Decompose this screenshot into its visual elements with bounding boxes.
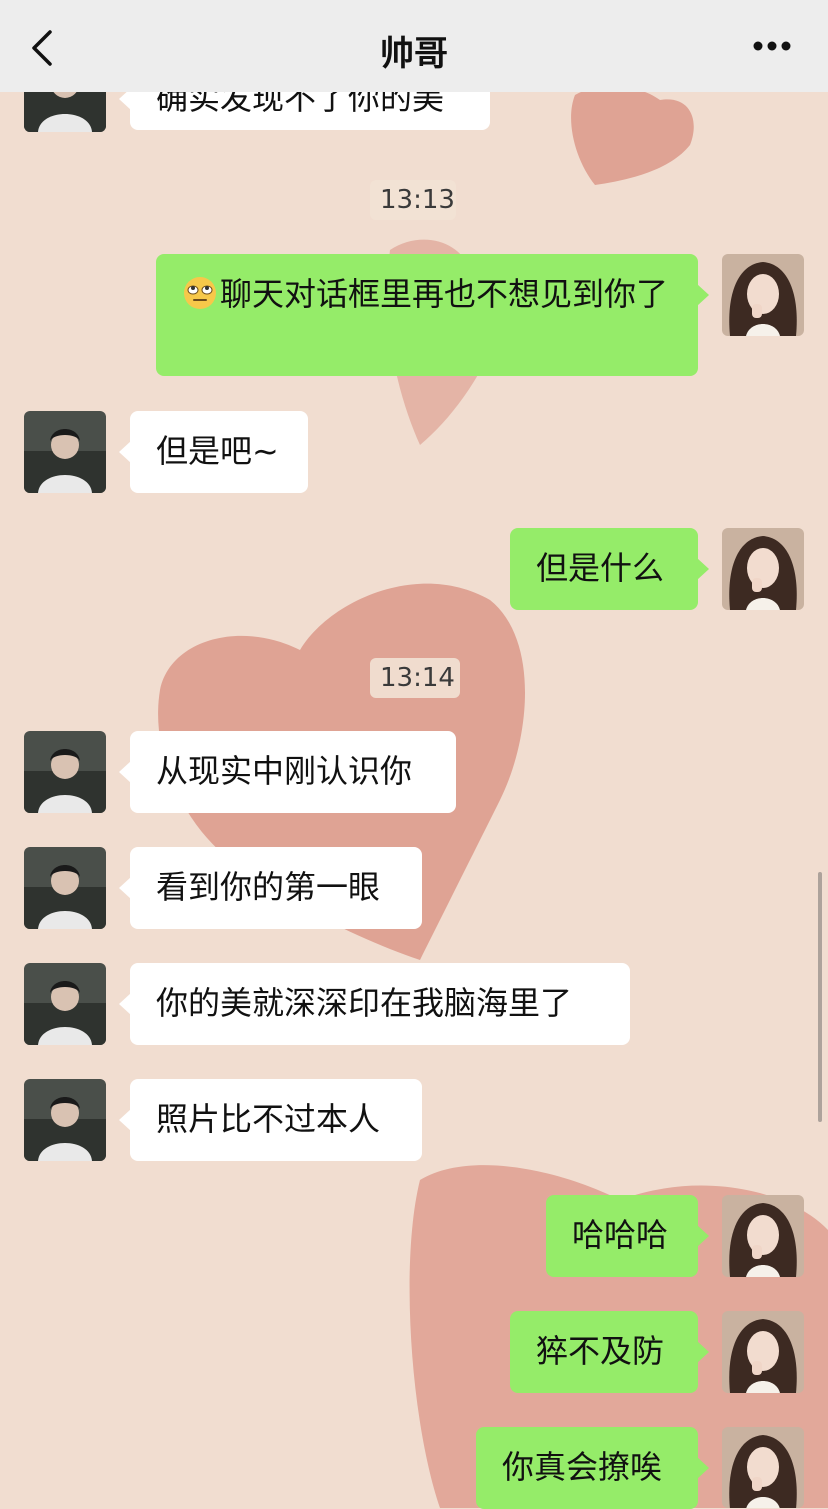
message-timestamp: 13:13 bbox=[370, 180, 456, 220]
received-message-bubble[interactable]: 你的美就深深印在我脑海里了 bbox=[119, 963, 630, 1045]
eye-roll-emoji-icon bbox=[184, 277, 216, 309]
message-text: 聊天对话框里再也不想见到你了 bbox=[220, 275, 669, 313]
scrollbar[interactable] bbox=[818, 872, 822, 1122]
message-text: 但是什么 bbox=[536, 549, 665, 587]
message-text: 但是吧~ bbox=[156, 432, 279, 470]
message-text: 照片比不过本人 bbox=[156, 1100, 381, 1138]
contact-avatar[interactable] bbox=[24, 963, 106, 1045]
sent-message-bubble[interactable]: 猝不及防 bbox=[510, 1311, 709, 1393]
my-avatar[interactable] bbox=[722, 1311, 804, 1393]
message-text: 你真会撩唉 bbox=[502, 1448, 663, 1486]
sent-message-bubble[interactable]: 你真会撩唉 bbox=[476, 1427, 709, 1509]
message-text: 猝不及防 bbox=[536, 1332, 665, 1370]
my-avatar[interactable] bbox=[722, 1195, 804, 1277]
sent-message-bubble[interactable]: 但是什么 bbox=[510, 528, 709, 610]
received-message-bubble[interactable]: 看到你的第一眼 bbox=[119, 847, 422, 929]
contact-avatar[interactable] bbox=[24, 411, 106, 493]
contact-avatar[interactable] bbox=[24, 731, 106, 813]
contact-avatar[interactable] bbox=[24, 847, 106, 929]
received-message-bubble[interactable]: 照片比不过本人 bbox=[119, 1079, 422, 1161]
message-timestamp: 13:14 bbox=[370, 658, 460, 698]
message-text: 看到你的第一眼 bbox=[156, 868, 381, 906]
sent-message-bubble[interactable]: 聊天对话框里再也不想见到你了 bbox=[156, 254, 709, 376]
chat-title: 帅哥 bbox=[380, 34, 448, 74]
more-dots-icon[interactable] bbox=[752, 38, 792, 54]
contact-avatar[interactable] bbox=[24, 1079, 106, 1161]
message-text: 从现实中刚认识你 bbox=[156, 752, 413, 790]
message-text: 你的美就深深印在我脑海里了 bbox=[156, 984, 573, 1022]
my-avatar[interactable] bbox=[722, 254, 804, 336]
sent-message-bubble[interactable]: 哈哈哈 bbox=[546, 1195, 709, 1277]
message-text: 哈哈哈 bbox=[572, 1216, 669, 1254]
received-message-bubble[interactable]: 但是吧~ bbox=[119, 411, 308, 493]
my-avatar[interactable] bbox=[722, 528, 804, 610]
chat-header: 帅哥 bbox=[0, 0, 828, 92]
received-message-bubble[interactable]: 从现实中刚认识你 bbox=[119, 731, 456, 813]
my-avatar[interactable] bbox=[722, 1427, 804, 1508]
